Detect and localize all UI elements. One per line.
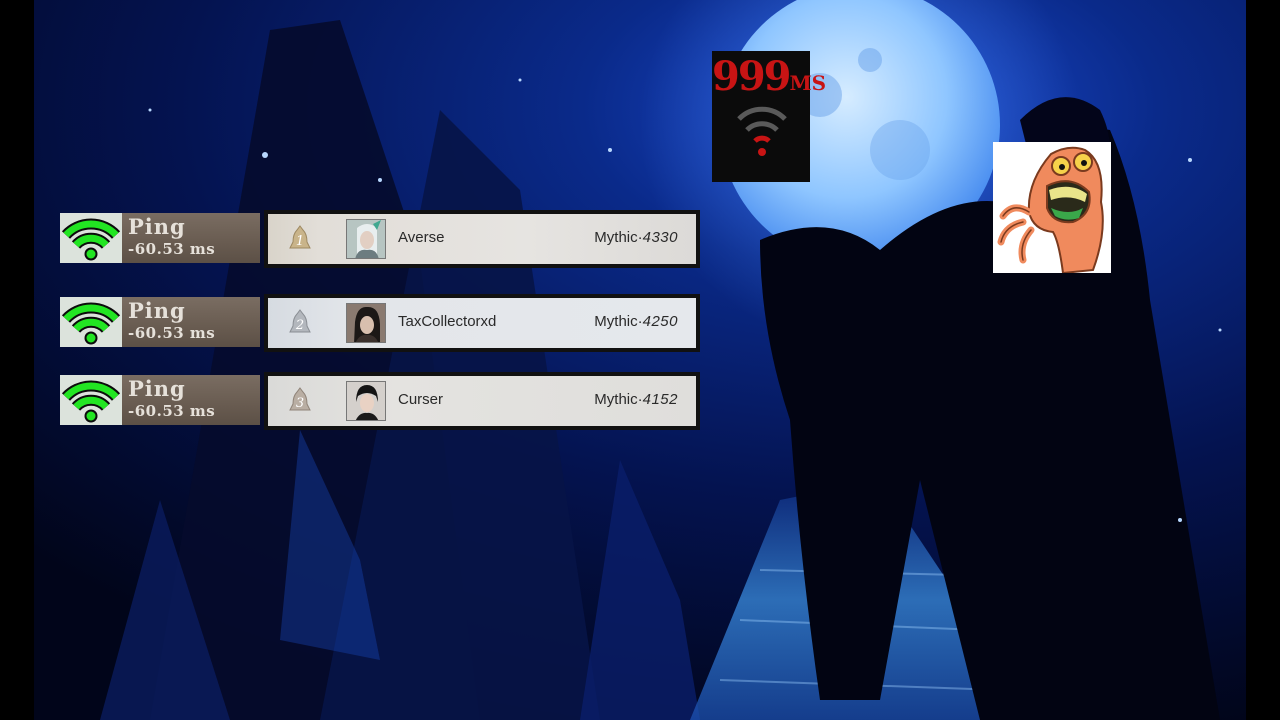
leaderboard-entry[interactable]: 2 TaxCollectorxd Mythic·4250 xyxy=(264,294,700,352)
ping-panel: Ping -60.53 ms xyxy=(60,375,260,425)
wifi-signal-icon xyxy=(60,297,122,347)
latency-number: 999 xyxy=(712,53,791,100)
player-name: Curser xyxy=(398,391,444,408)
latency-text: 999MS xyxy=(712,53,826,100)
rank-number: 1 xyxy=(296,234,304,249)
ping-value: -60.53 ms xyxy=(128,402,216,420)
bell-rank-icon: 2 xyxy=(288,308,312,338)
bell-rank-icon: 3 xyxy=(288,386,312,416)
ping-value: -60.53 ms xyxy=(128,240,216,258)
leaderboard-entry[interactable]: 1 Averse Mythic·4330 xyxy=(264,210,700,268)
screaming-creature-icon xyxy=(993,142,1111,275)
ping-title: Ping xyxy=(128,298,186,323)
latency-badge: 999MS xyxy=(712,51,826,182)
rank-score: Mythic·4250 xyxy=(594,313,678,330)
ping-panel: Ping -60.53 ms xyxy=(60,213,260,263)
ping-value: -60.53 ms xyxy=(128,324,216,342)
leaderboard-row[interactable]: Ping -60.53 ms 1 Averse Mythic·4330 xyxy=(60,210,700,268)
tier-label: Mythic· xyxy=(594,313,643,330)
score-value: 4250 xyxy=(642,313,678,330)
background-scene xyxy=(0,0,1280,720)
tier-label: Mythic· xyxy=(594,229,643,246)
ping-title: Ping xyxy=(128,214,186,239)
player-name: TaxCollectorxd xyxy=(398,313,497,330)
rank-score: Mythic·4330 xyxy=(594,229,678,246)
leaderboard-entry[interactable]: 3 Curser Mythic·4152 xyxy=(264,372,700,430)
score-value: 4152 xyxy=(642,391,678,408)
avatar xyxy=(346,303,386,343)
meme-sticker xyxy=(993,142,1111,275)
rank-number: 3 xyxy=(296,396,304,411)
avatar xyxy=(346,219,386,259)
score-value: 4330 xyxy=(642,229,678,246)
leaderboard-row[interactable]: Ping -60.53 ms 3 Curser Mythic·4152 xyxy=(60,372,700,430)
leaderboard-row[interactable]: Ping -60.53 ms 2 TaxCollectorxd Mythic·4… xyxy=(60,294,700,352)
rank-number: 2 xyxy=(295,318,304,333)
player-name: Averse xyxy=(398,229,445,246)
bell-rank-icon: 1 xyxy=(288,224,312,254)
wifi-weak-icon xyxy=(737,106,787,156)
avatar xyxy=(346,381,386,421)
tier-label: Mythic· xyxy=(594,391,643,408)
wifi-signal-icon xyxy=(60,213,122,263)
ping-panel: Ping -60.53 ms xyxy=(60,297,260,347)
wifi-signal-icon xyxy=(60,375,122,425)
ping-title: Ping xyxy=(128,376,186,401)
rank-score: Mythic·4152 xyxy=(594,391,678,408)
latency-unit: MS xyxy=(789,71,827,95)
